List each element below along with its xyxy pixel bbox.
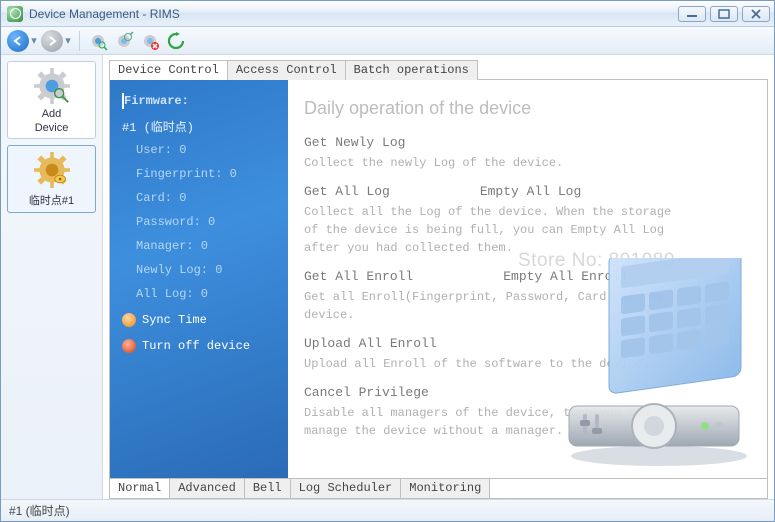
page-heading: Daily operation of the device [304, 98, 751, 119]
btab-log-scheduler[interactable]: Log Scheduler [291, 479, 402, 498]
operation-desc: Collect all the Log of the device. When … [304, 203, 684, 257]
device-name: #1 (临时点) [122, 121, 194, 135]
window-buttons [678, 6, 770, 22]
add-device-button[interactable]: Add Device [7, 61, 96, 139]
operation-link[interactable]: Get All Enroll [304, 269, 413, 284]
add-device-gear-icon [32, 66, 72, 106]
titlebar: Device Management - RIMS [1, 1, 774, 27]
tool-gear-delete-button[interactable] [138, 30, 162, 52]
tab-frame: Firmware: #1 (临时点) User: 0 Fingerprint: 0… [109, 79, 768, 499]
operation-block: Get All Log Empty All Log Collect all the … [304, 184, 751, 257]
operation-desc: Collect the newly Log of the device. [304, 154, 684, 172]
add-device-label1: Add [42, 108, 62, 120]
operation-link[interactable]: Get Newly Log [304, 135, 751, 150]
stat-row: User: 0 [136, 143, 278, 157]
nav-back-dropdown[interactable]: ▾ [29, 34, 39, 47]
device-gear-icon [32, 150, 72, 190]
operation-link[interactable]: Get All Log [304, 184, 390, 199]
device-item-label: 临时点#1 [29, 192, 74, 208]
tool-refresh-button[interactable] [164, 30, 188, 52]
operations-pane: Daily operation of the device Get Newly … [288, 80, 767, 478]
turn-off-label: Turn off device [142, 339, 250, 353]
clock-icon [122, 313, 136, 327]
device-illustration [539, 258, 759, 468]
stat-row: All Log: 0 [136, 287, 278, 301]
tab-batch-operations[interactable]: Batch operations [345, 60, 478, 80]
stat-row: Manager: 0 [136, 239, 278, 253]
stat-row: Password: 0 [136, 215, 278, 229]
btab-advanced[interactable]: Advanced [170, 479, 245, 498]
bottom-tabs: Normal Advanced Bell Log Scheduler Monit… [110, 478, 767, 498]
tool-gear-zoom-button[interactable] [112, 30, 136, 52]
nav-forward-button[interactable] [41, 30, 63, 52]
top-tabs: Device Control Access Control Batch oper… [109, 59, 774, 79]
btab-bell[interactable]: Bell [245, 479, 291, 498]
tab-access-control[interactable]: Access Control [227, 60, 346, 80]
app-icon [7, 6, 23, 22]
status-text: #1 (临时点) [9, 502, 70, 519]
nav-forward-dropdown[interactable]: ▾ [63, 34, 73, 47]
device-info-pane: Firmware: #1 (临时点) User: 0 Fingerprint: 0… [110, 80, 288, 478]
tab-device-control[interactable]: Device Control [109, 60, 228, 80]
btab-monitoring[interactable]: Monitoring [401, 479, 490, 498]
stat-row: Fingerprint: 0 [136, 167, 278, 181]
add-device-label2: Device [35, 122, 69, 134]
firmware-header: Firmware: [124, 94, 189, 108]
statusbar: #1 (临时点) [1, 499, 774, 521]
sync-time-label: Sync Time [142, 313, 207, 327]
close-button[interactable] [742, 6, 770, 22]
power-icon [122, 339, 136, 353]
device-stats: User: 0 Fingerprint: 0 Card: 0 Password: 0 M… [136, 143, 278, 301]
minimize-button[interactable] [678, 6, 706, 22]
device-item-1[interactable]: 临时点#1 [7, 145, 96, 213]
operation-block: Get Newly Log Collect the newly Log of th… [304, 135, 751, 172]
toolbar: ▾ ▾ [1, 27, 774, 55]
nav-back-button[interactable] [7, 30, 29, 52]
operation-link[interactable]: Empty All Log [480, 184, 581, 199]
window-title: Device Management - RIMS [29, 7, 678, 21]
btab-normal[interactable]: Normal [110, 479, 170, 498]
turn-off-action[interactable]: Turn off device [122, 339, 278, 353]
maximize-button[interactable] [710, 6, 738, 22]
device-list: Add Device 临时点#1 [1, 55, 103, 499]
sync-time-action[interactable]: Sync Time [122, 313, 278, 327]
stat-row: Card: 0 [136, 191, 278, 205]
stat-row: Newly Log: 0 [136, 263, 278, 277]
tool-gear-search-button[interactable] [86, 30, 110, 52]
